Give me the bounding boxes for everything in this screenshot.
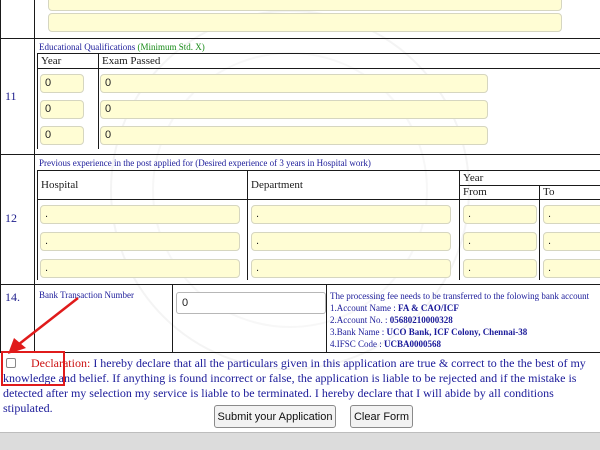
from-year-input[interactable]: . (463, 259, 537, 278)
department-input[interactable]: . (251, 232, 451, 251)
col-department-header: Department (251, 179, 303, 191)
section-title: Previous experience in the post applied … (39, 158, 193, 168)
section-note: (Desired experience of 3 years in Hospit… (195, 158, 371, 168)
col-exam-header: Exam Passed (102, 55, 161, 67)
column-divider (326, 284, 327, 352)
bank-account-info: The processing fee needs to be transferr… (330, 290, 589, 350)
clear-form-button[interactable]: Clear Form (350, 405, 413, 428)
table-border (37, 170, 38, 280)
submit-application-button[interactable]: Submit your Application (214, 405, 336, 428)
bank-transaction-input[interactable]: 0 (176, 292, 326, 314)
column-divider (172, 284, 173, 352)
top-input-2[interactable] (48, 13, 562, 32)
exam-input[interactable]: 0 (100, 100, 488, 119)
from-year-input[interactable]: . (463, 232, 537, 251)
educational-qualifications-title: Educational Qualifications (Minimum Std.… (39, 42, 205, 52)
annotation-arrow-icon (8, 297, 79, 354)
col-hospital-header: Hospital (41, 179, 79, 191)
exam-input[interactable]: 0 (100, 74, 488, 93)
account-name: FA & CAO/ICF (397, 303, 459, 313)
to-year-input[interactable]: . (543, 232, 600, 251)
bank-name: UCO Bank, ICF Colony, Chennai-38 (386, 327, 528, 337)
header-bottom-line (37, 68, 600, 69)
ifsc-line: 4.IFSC Code : UCBA0000568 (330, 339, 442, 349)
year-input[interactable]: 0 (40, 74, 84, 93)
col-from-header: From (463, 186, 487, 198)
to-year-input[interactable]: . (543, 205, 600, 224)
page-footer-bar (0, 432, 600, 450)
row-divider (0, 352, 600, 353)
exam-input[interactable]: 0 (100, 126, 488, 145)
section-note: (Minimum Std. X) (137, 42, 205, 52)
header-bottom-line (37, 199, 600, 200)
col-year-header: Year (463, 172, 484, 184)
header-top-line (37, 53, 600, 54)
section-title: Educational Qualifications (39, 42, 136, 52)
row-number-11: 11 (5, 89, 17, 103)
year-input[interactable]: 0 (40, 126, 84, 145)
hospital-input[interactable]: . (40, 232, 240, 251)
col-year-header: Year (41, 55, 62, 67)
bank-info-intro: The processing fee needs to be transferr… (330, 291, 590, 301)
bank-name-line: 3.Bank Name : UCO Bank, ICF Colony, Chen… (330, 327, 528, 337)
from-year-input[interactable]: . (463, 205, 537, 224)
account-no: 05680210000328 (389, 315, 453, 325)
row-number-12: 12 (5, 211, 17, 225)
previous-experience-title: Previous experience in the post applied … (39, 158, 371, 168)
column-divider (247, 170, 248, 280)
year-input[interactable]: 0 (40, 100, 84, 119)
department-input[interactable]: . (251, 259, 451, 278)
header-top-line (37, 170, 600, 171)
department-input[interactable]: . (251, 205, 451, 224)
to-year-input[interactable]: . (543, 259, 600, 278)
hospital-input[interactable]: . (40, 259, 240, 278)
row-divider (0, 284, 600, 285)
account-no-line: 2.Account No. : 05680210000328 (330, 315, 453, 325)
account-name-line: 1.Account Name : FA & CAO/ICF (330, 303, 459, 313)
row-divider (0, 38, 600, 39)
top-input-1[interactable] (48, 0, 562, 11)
col-to-header: To (543, 186, 555, 198)
ifsc-code: UCBA0000568 (384, 339, 442, 349)
row-divider (0, 154, 600, 155)
hospital-input[interactable]: . (40, 205, 240, 224)
column-divider (459, 170, 460, 280)
application-form: 11 Educational Qualifications (Minimum S… (0, 0, 600, 450)
